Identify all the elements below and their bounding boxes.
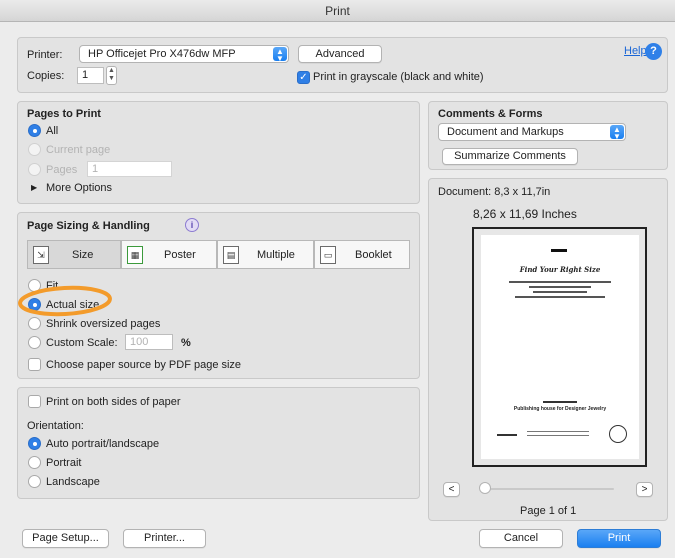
page-preview: Find Your Right Size Publishing house fo… <box>472 227 647 467</box>
page-text-line <box>533 291 587 293</box>
grayscale-checkbox[interactable]: ✓ <box>297 71 310 84</box>
size-icon: ⇲ <box>33 246 49 264</box>
printer-select[interactable]: HP Officejet Pro X476dw MFP ▲ ▼ <box>79 45 289 63</box>
all-pages-label: All <box>46 125 59 137</box>
custom-scale-field[interactable]: 100 <box>125 334 173 350</box>
tab-poster[interactable]: ▦ Poster <box>121 240 217 269</box>
portrait-radio[interactable] <box>28 456 41 469</box>
page-sizing-title: Page Sizing & Handling <box>27 220 150 232</box>
info-icon[interactable]: i <box>185 218 199 232</box>
landscape-label: Landscape <box>46 476 100 488</box>
both-sides-label: Print on both sides of paper <box>46 396 181 408</box>
all-pages-radio[interactable] <box>28 124 41 137</box>
advanced-button[interactable]: Advanced <box>298 45 382 63</box>
page-text-line <box>509 281 611 283</box>
orientation-label: Orientation: <box>27 420 84 432</box>
page-sheet: Find Your Right Size Publishing house fo… <box>481 235 639 459</box>
page-indicator: Page 1 of 1 <box>520 505 577 517</box>
tab-poster-label: Poster <box>164 249 196 261</box>
chevron-updown-icon: ▲ ▼ <box>273 47 287 63</box>
comments-title: Comments & Forms <box>438 108 543 120</box>
auto-orientation-radio[interactable] <box>28 437 41 450</box>
pages-range-field[interactable]: 1 <box>87 161 172 177</box>
copies-field[interactable]: 1 <box>77 67 104 84</box>
page-footer-text: Publishing house for Designer Jewelry <box>513 406 607 412</box>
tab-booklet-label: Booklet <box>355 249 392 261</box>
print-button[interactable]: Print <box>577 529 661 548</box>
current-page-radio[interactable] <box>28 143 41 156</box>
paper-source-label: Choose paper source by PDF page size <box>46 359 242 371</box>
printer-select-value: HP Officejet Pro X476dw MFP <box>88 48 236 60</box>
pages-range-radio[interactable] <box>28 163 41 176</box>
page-setup-button[interactable]: Page Setup... <box>22 529 109 548</box>
grayscale-label: Print in grayscale (black and white) <box>313 71 484 83</box>
tab-multiple[interactable]: ▤ Multiple <box>217 240 314 269</box>
page-title: Find Your Right Size <box>519 265 601 274</box>
copies-stepper[interactable]: ▲ ▼ <box>106 66 117 85</box>
page-text-line <box>529 286 591 288</box>
booklet-icon: ▭ <box>320 246 336 264</box>
page-logo <box>551 249 567 252</box>
both-sides-checkbox[interactable] <box>28 395 41 408</box>
paper-source-checkbox[interactable] <box>28 358 41 371</box>
auto-orientation-label: Auto portrait/landscape <box>46 438 160 450</box>
annotation-circle <box>18 285 112 317</box>
page-ruler <box>497 434 517 436</box>
landscape-radio[interactable] <box>28 475 41 488</box>
comments-select-value: Document and Markups <box>447 126 564 138</box>
page-text-line <box>527 431 589 432</box>
portrait-label: Portrait <box>46 457 82 469</box>
shrink-radio[interactable] <box>28 317 41 330</box>
help-link[interactable]: Help <box>624 45 647 57</box>
tab-multiple-label: Multiple <box>257 249 295 261</box>
more-options-label[interactable]: More Options <box>46 182 112 194</box>
summarize-comments-button[interactable]: Summarize Comments <box>442 148 578 165</box>
printer-button[interactable]: Printer... <box>123 529 206 548</box>
shrink-label: Shrink oversized pages <box>46 318 161 330</box>
copies-label: Copies: <box>27 70 65 82</box>
page-slider-track[interactable] <box>484 488 614 490</box>
next-page-button[interactable]: > <box>636 482 653 497</box>
disclosure-triangle-icon[interactable]: ▶ <box>31 183 37 192</box>
tab-booklet[interactable]: ▭ Booklet <box>314 240 410 269</box>
percent-label: % <box>181 337 191 349</box>
document-size-label: Document: 8,3 x 11,7in <box>438 186 551 198</box>
pages-to-print-title: Pages to Print <box>27 108 101 120</box>
chevron-updown-icon: ▲ ▼ <box>610 125 624 141</box>
window-title: Print <box>0 0 675 22</box>
custom-scale-label: Custom Scale: <box>46 337 118 349</box>
tab-size[interactable]: ⇲ Size <box>27 240 121 269</box>
poster-icon: ▦ <box>127 246 143 264</box>
comments-select[interactable]: Document and Markups ▲ ▼ <box>438 123 626 141</box>
page-footer-mark <box>543 401 577 403</box>
current-page-label: Current page <box>46 144 111 156</box>
page-slider-knob[interactable] <box>479 482 491 494</box>
custom-scale-radio[interactable] <box>28 336 41 349</box>
multiple-icon: ▤ <box>223 246 239 264</box>
help-icon[interactable]: ? <box>645 43 662 60</box>
page-stamp <box>609 425 627 443</box>
prev-page-button[interactable]: < <box>443 482 460 497</box>
printer-label: Printer: <box>27 49 63 61</box>
inches-label: 8,26 x 11,69 Inches <box>473 207 577 221</box>
pages-range-label: Pages <box>46 164 78 176</box>
page-text-line <box>527 435 589 436</box>
page-text-line <box>515 296 605 298</box>
tab-size-label: Size <box>72 249 94 261</box>
cancel-button[interactable]: Cancel <box>479 529 563 548</box>
